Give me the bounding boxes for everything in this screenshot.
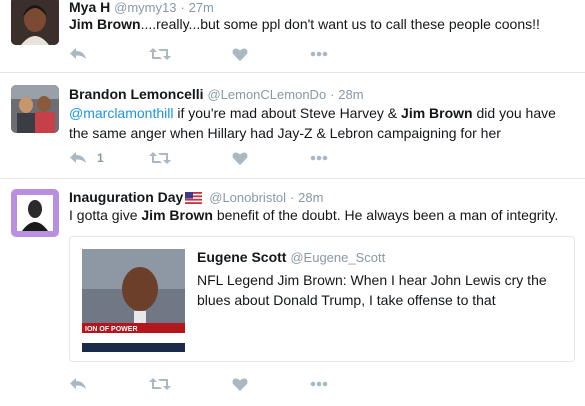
reply-count: 1 (97, 151, 104, 165)
tweet-text: I gotta give Jim Brown benefit of the do… (69, 205, 573, 225)
user-handle[interactable]: @LemonCLemonDo (207, 87, 326, 102)
tweet-2[interactable]: Brandon Lemoncelli @LemonCLemonDo · 28m … (0, 73, 585, 179)
retweet-icon (149, 48, 171, 60)
avatar-image (11, 85, 59, 133)
retweet-icon (149, 152, 171, 164)
display-name[interactable]: Mya H (69, 0, 110, 15)
retweet-button[interactable] (149, 148, 171, 168)
reply-icon (70, 48, 86, 59)
reply-button[interactable] (69, 374, 87, 394)
tweet-header: Brandon Lemoncelli @LemonCLemonDo · 28m (69, 85, 364, 104)
quoted-tweet-header: Eugene Scott @Eugene_Scott (197, 249, 385, 265)
like-icon (232, 377, 248, 391)
reply-icon (70, 152, 86, 163)
separator: · (180, 0, 185, 15)
display-name[interactable]: Brandon Lemoncelli (69, 86, 204, 102)
news-thumbnail: ION OF POWER (82, 249, 185, 352)
like-button[interactable] (232, 374, 248, 394)
avatar-image (11, 189, 59, 237)
avatar-mya-h[interactable] (11, 0, 59, 45)
tweet-3[interactable]: Inauguration Day @Lonobristol · 28m I go… (0, 179, 585, 406)
display-name[interactable]: Inauguration Day (69, 189, 183, 205)
avatar-image (11, 0, 59, 45)
tweet-text-body: if you're mad about Steve Harvey & (173, 105, 402, 121)
tweet-text: Jim Brown....really...but some ppl don't… (69, 14, 573, 34)
more-icon (310, 381, 328, 387)
separator: · (330, 87, 335, 102)
more-icon (310, 155, 328, 161)
timestamp[interactable]: 27m (189, 0, 214, 15)
user-handle[interactable]: @mymy13 (114, 0, 176, 15)
mention-link[interactable]: @marclamonthill (69, 105, 173, 121)
separator: · (289, 190, 295, 205)
keyword-highlight: Jim Brown (69, 16, 141, 32)
retweet-button[interactable] (149, 374, 171, 394)
tweet-1[interactable]: Mya H @mymy13 · 27m Jim Brown....really.… (0, 0, 585, 73)
user-handle[interactable]: @Lonobristol (209, 190, 286, 205)
reply-button[interactable] (69, 44, 87, 64)
quoted-display-name[interactable]: Eugene Scott (197, 249, 286, 265)
reply-button[interactable]: 1 (69, 148, 104, 168)
retweet-icon (149, 378, 171, 390)
more-icon (310, 51, 328, 57)
more-button[interactable] (310, 44, 328, 64)
avatar-inauguration-day[interactable] (11, 189, 59, 237)
quoted-user-handle[interactable]: @Eugene_Scott (290, 250, 385, 265)
quoted-tweet-image[interactable]: ION OF POWER (82, 249, 185, 352)
like-icon (232, 151, 248, 165)
like-button[interactable] (232, 44, 248, 64)
timestamp[interactable]: 28m (298, 190, 323, 205)
keyword-highlight: Jim Brown (401, 105, 473, 121)
timestamp[interactable]: 28m (338, 87, 363, 102)
tweet-text-body: I gotta give (69, 207, 142, 223)
quoted-tweet-text: NFL Legend Jim Brown: When I hear John L… (197, 272, 547, 308)
reply-icon (70, 378, 86, 389)
tweet-text: @marclamonthill if you're mad about Stev… (69, 103, 573, 143)
more-button[interactable] (310, 374, 328, 394)
thumbnail-caption: ION OF POWER (85, 326, 138, 333)
like-icon (232, 47, 248, 61)
avatar-brandon-lemoncelli[interactable] (11, 85, 59, 133)
retweet-button[interactable] (149, 44, 171, 64)
keyword-highlight: Jim Brown (141, 207, 213, 223)
tweet-text-body: benefit of the doubt. He always been a m… (212, 207, 559, 223)
tweet-text-body: ....really...but some ppl don't want us … (140, 16, 540, 32)
quoted-tweet-card[interactable]: ION OF POWER Eugene Scott @Eugene_Scott … (69, 236, 575, 362)
more-button[interactable] (310, 148, 328, 168)
like-button[interactable] (232, 148, 248, 168)
